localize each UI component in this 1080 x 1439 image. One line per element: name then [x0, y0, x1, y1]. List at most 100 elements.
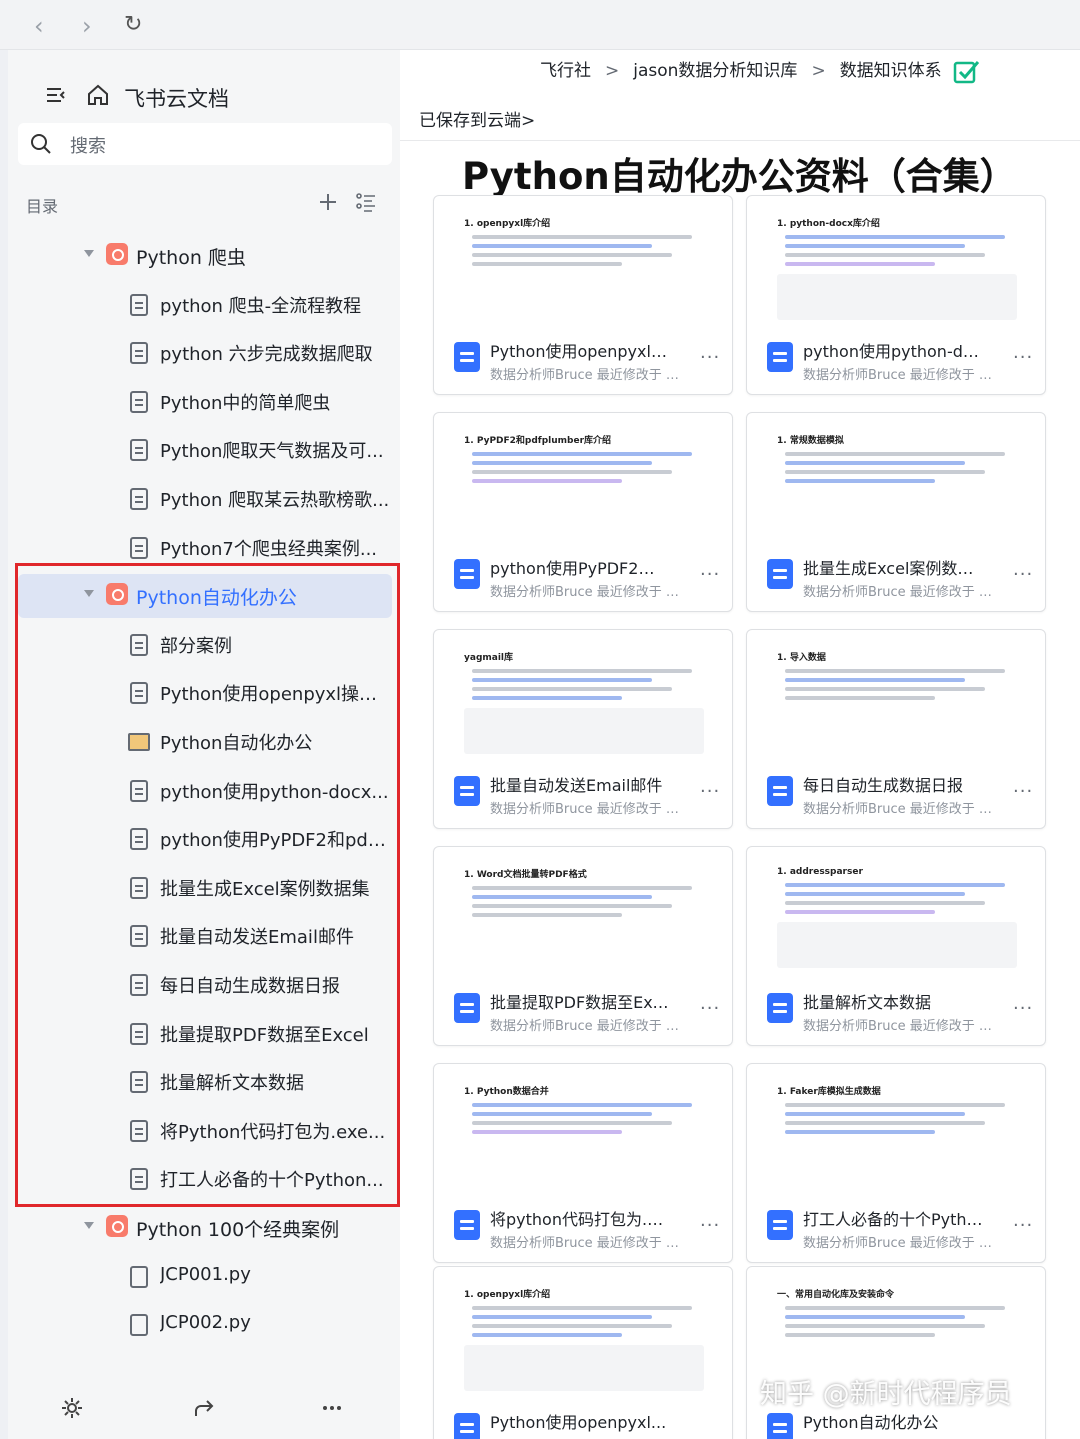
- breadcrumb-item[interactable]: jason数据分析知识库: [633, 61, 797, 81]
- reload-icon[interactable]: ↻: [124, 12, 142, 37]
- card-more-button[interactable]: ...: [1013, 1210, 1033, 1231]
- forward-icon[interactable]: ›: [82, 12, 92, 40]
- thumbnail-line: [785, 1315, 965, 1319]
- card-meta: 数据分析师Bruce 最近修改于 今...: [803, 1019, 1003, 1034]
- thumbnail-line: [472, 1121, 672, 1125]
- doc-card[interactable]: 1. 常规数据模拟 批量生成Excel案例数据集 数据分析师Bruce 最近修改于 …: [746, 412, 1046, 612]
- checkbox-checked-icon[interactable]: [953, 58, 981, 84]
- doc-card[interactable]: 1. addressparser 批量解析文本数据数据分析师Bruce 最近修改于…: [746, 846, 1046, 1046]
- thumbnail-line: [785, 479, 935, 483]
- tree-item[interactable]: python 六步完成数据爬取: [18, 331, 392, 375]
- tree-item-label: Python7个爬虫经典案例...: [160, 538, 378, 560]
- card-title[interactable]: 将python代码打包为.ex...: [490, 1206, 670, 1230]
- breadcrumb-separator: >: [605, 61, 620, 81]
- thumbnail-line: [785, 678, 965, 682]
- card-title[interactable]: 批量生成Excel案例数据集: [803, 555, 983, 579]
- card-title[interactable]: python使用python-doc...: [803, 338, 983, 362]
- card-meta: 数据分析师Bruce 最近修改于 今...: [490, 368, 690, 383]
- breadcrumb-item[interactable]: 数据知识体系: [840, 61, 942, 81]
- outline-list-icon[interactable]: [354, 190, 378, 214]
- more-icon[interactable]: [320, 1396, 344, 1420]
- card-more-button[interactable]: ...: [700, 776, 720, 797]
- doc-card[interactable]: 1. Word文档批量转PDF格式 批量提取PDF数据至Excel 数据分析师Bru…: [433, 846, 733, 1046]
- card-meta: 数据分析师Bruce 最近修改于 今...: [490, 1236, 690, 1251]
- thumbnail-line: [785, 687, 985, 691]
- thumbnail-line: [785, 1121, 985, 1125]
- document-icon: [767, 776, 793, 806]
- doc-card[interactable]: 1. python-docx库介绍 python使用python-doc... 数据…: [746, 195, 1046, 395]
- document-icon: [130, 342, 148, 365]
- expand-arrow-icon[interactable]: [84, 250, 94, 257]
- doc-card[interactable]: 1. 导入数据 每日自动生成数据日报 数据分析师Bruce 最近修改于 今.....…: [746, 629, 1046, 829]
- tree-folder[interactable]: Python 100个经典案例: [18, 1206, 392, 1250]
- search-input[interactable]: 搜索: [70, 132, 106, 158]
- card-more-button[interactable]: ...: [1013, 776, 1033, 797]
- doc-card[interactable]: yagmail库 批量自动发送Email邮件 数据分析师Bruce 最近修改于 今.…: [433, 629, 733, 829]
- tree-item[interactable]: JCP002.py: [18, 1303, 392, 1347]
- thumbnail-line: [785, 461, 965, 465]
- card-more-button[interactable]: ...: [1013, 559, 1033, 580]
- share-icon[interactable]: [192, 1396, 216, 1420]
- card-meta: 数据分析师Bruce 最近修改于 今...: [490, 585, 690, 600]
- sidebar: 飞书云文档 搜索 目录 Python 爬虫 python 爬虫-全流程教程 pyth…: [8, 50, 400, 1439]
- card-title[interactable]: 批量提取PDF数据至Excel: [490, 989, 670, 1013]
- doc-card[interactable]: 1. Python数据合并 将python代码打包为.ex... 数据分析师Bruc…: [433, 1063, 733, 1263]
- collapse-sidebar-icon[interactable]: [44, 83, 68, 107]
- thumbnail-heading: 一、常用自动化库及安装命令: [777, 1290, 895, 1300]
- back-icon[interactable]: ‹: [34, 12, 44, 40]
- doc-card[interactable]: 1. openpyxl库介绍 Python使用openpyxl...: [433, 1266, 733, 1439]
- doc-card[interactable]: 1. openpyxl库介绍 Python使用openpyxl操... 数据分析师B…: [433, 195, 733, 395]
- tree-folder[interactable]: Python 爬虫: [18, 234, 392, 278]
- document-icon: [454, 993, 480, 1023]
- card-meta: 数据分析师Bruce 最近修改于 今...: [803, 1236, 1003, 1251]
- search-icon: [31, 134, 51, 154]
- doc-thumbnail: 1. addressparser: [757, 853, 1037, 977]
- document-icon: [130, 390, 148, 413]
- tree-item[interactable]: Python中的简单爬虫: [18, 380, 392, 424]
- card-title[interactable]: 每日自动生成数据日报: [803, 772, 983, 796]
- settings-icon[interactable]: [60, 1396, 84, 1420]
- card-title[interactable]: Python使用openpyxl操...: [490, 338, 670, 362]
- doc-card[interactable]: 一、常用自动化库及安装命令 Python自动化办公: [746, 1266, 1046, 1439]
- thumbnail-line: [472, 895, 652, 899]
- thumbnail-heading: 1. addressparser: [777, 867, 863, 877]
- thumbnail-line: [472, 452, 692, 456]
- breadcrumb-item[interactable]: 飞行社: [540, 61, 591, 81]
- thumbnail-line: [472, 669, 692, 673]
- card-title[interactable]: 打工人必备的十个Pytho...: [803, 1206, 983, 1230]
- card-title[interactable]: Python使用openpyxl...: [490, 1409, 670, 1433]
- tree-item-label: python 爬虫-全流程教程: [160, 295, 362, 317]
- card-more-button[interactable]: ...: [1013, 342, 1033, 363]
- doc-card[interactable]: 1. Faker库模拟生成数据 打工人必备的十个Pytho... 数据分析师Bruc…: [746, 1063, 1046, 1263]
- thumbnail-heading: 1. python-docx库介绍: [777, 219, 880, 229]
- search-box[interactable]: 搜索: [18, 123, 392, 165]
- thumbnail-line: [472, 235, 692, 239]
- card-more-button[interactable]: ...: [700, 559, 720, 580]
- doc-card[interactable]: 1. PyPDF2和pdfplumber库介绍 python使用PyPDF2和p.…: [433, 412, 733, 612]
- tree-item[interactable]: JCP001.py: [18, 1255, 392, 1299]
- thumbnail-code-block: [464, 708, 704, 754]
- card-more-button[interactable]: ...: [700, 1210, 720, 1231]
- add-icon[interactable]: [316, 190, 340, 214]
- thumbnail-line: [472, 461, 652, 465]
- thumbnail-line: [472, 1103, 692, 1107]
- saved-status[interactable]: 已保存到云端>: [419, 106, 535, 131]
- card-title[interactable]: python使用PyPDF2和p...: [490, 555, 670, 579]
- tree-item[interactable]: Python 爬取某云热歌榜歌...: [18, 477, 392, 521]
- breadcrumb: 飞行社 > jason数据分析知识库 > 数据知识体系: [540, 56, 942, 81]
- card-more-button[interactable]: ...: [700, 993, 720, 1014]
- card-more-button[interactable]: ...: [1013, 993, 1033, 1014]
- card-more-button[interactable]: ...: [700, 342, 720, 363]
- sidebar-footer: [8, 1374, 400, 1439]
- card-title[interactable]: Python自动化办公: [803, 1409, 983, 1433]
- home-icon[interactable]: [86, 83, 110, 107]
- document-icon: [454, 1210, 480, 1240]
- card-title[interactable]: 批量自动发送Email邮件: [490, 772, 670, 796]
- tree-item[interactable]: python 爬虫-全流程教程: [18, 283, 392, 327]
- sidebar-header: 飞书云文档: [8, 75, 400, 119]
- card-title[interactable]: 批量解析文本数据: [803, 989, 983, 1013]
- expand-arrow-icon[interactable]: [84, 1222, 94, 1229]
- tree-item[interactable]: Python爬取天气数据及可...: [18, 428, 392, 472]
- thumbnail-line: [472, 687, 672, 691]
- card-meta: 数据分析师Bruce 最近修改于 今...: [490, 802, 690, 817]
